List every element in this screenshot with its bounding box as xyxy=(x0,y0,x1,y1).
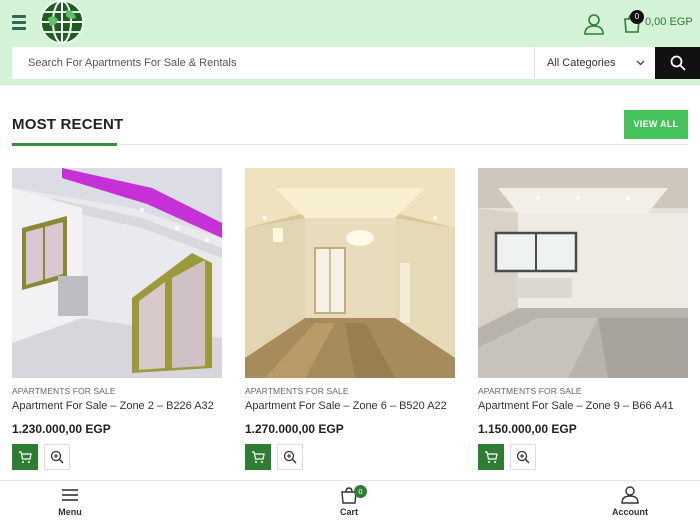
product-name[interactable]: Apartment For Sale – Zone 6 – B520 A22 xyxy=(245,400,455,412)
product-image[interactable] xyxy=(478,168,688,378)
category-select-value: All Categories xyxy=(547,57,616,69)
category-select[interactable]: All Categories xyxy=(534,47,655,79)
product-actions xyxy=(12,444,222,470)
bottom-nav-account[interactable]: Account xyxy=(590,481,670,526)
zoom-in-icon xyxy=(516,450,530,464)
cart-count-badge: 0 xyxy=(630,10,644,24)
section-title: MOST RECENT xyxy=(12,116,124,133)
quick-view-button[interactable] xyxy=(277,444,303,470)
product-price: 1.230.000,00 EGP xyxy=(12,422,111,436)
bottom-nav-menu[interactable]: Menu xyxy=(30,481,110,526)
bottom-nav-menu-label: Menu xyxy=(58,507,82,517)
bottom-nav-cart-label: Cart xyxy=(339,507,358,517)
search-bar: All Categories xyxy=(12,47,700,79)
search-icon xyxy=(670,55,686,71)
product-category[interactable]: APARTMENTS FOR SALE xyxy=(478,386,688,396)
bottom-nav-cart[interactable]: 0 Cart xyxy=(309,481,389,526)
quick-view-button[interactable] xyxy=(44,444,70,470)
bottom-nav: Menu 0 Cart Account xyxy=(0,480,700,525)
product-name[interactable]: Apartment For Sale – Zone 9 – B66 A41 xyxy=(478,400,688,412)
user-account-icon[interactable] xyxy=(583,13,605,35)
product-actions xyxy=(245,444,455,470)
search-input[interactable] xyxy=(12,47,534,79)
product-price: 1.270.000,00 EGP xyxy=(245,422,344,436)
globe-logo[interactable] xyxy=(40,0,84,44)
search-button[interactable] xyxy=(655,47,700,79)
product-actions xyxy=(478,444,688,470)
quick-view-button[interactable] xyxy=(510,444,536,470)
zoom-in-icon xyxy=(50,450,64,464)
product-image[interactable] xyxy=(12,168,222,378)
hamburger-menu-icon xyxy=(62,489,78,501)
product-category[interactable]: APARTMENTS FOR SALE xyxy=(12,386,222,396)
site-header: 0 0,00 EGP All Categories xyxy=(0,0,700,85)
add-to-cart-button[interactable] xyxy=(12,444,38,470)
bottom-cart-count-badge: 0 xyxy=(354,485,367,498)
chevron-down-icon xyxy=(636,47,645,93)
cart-icon xyxy=(485,451,498,463)
add-to-cart-button[interactable] xyxy=(245,444,271,470)
cart-icon xyxy=(19,451,32,463)
cart-total[interactable]: 0,00 EGP xyxy=(645,16,693,28)
hamburger-menu-icon[interactable] xyxy=(12,15,26,30)
product-card: APARTMENTS FOR SALE Apartment For Sale –… xyxy=(12,168,222,470)
product-price: 1.150.000,00 EGP xyxy=(478,422,577,436)
cart-icon xyxy=(252,451,265,463)
user-icon xyxy=(621,486,639,504)
product-category[interactable]: APARTMENTS FOR SALE xyxy=(245,386,455,396)
zoom-in-icon xyxy=(283,450,297,464)
product-image[interactable] xyxy=(245,168,455,378)
add-to-cart-button[interactable] xyxy=(478,444,504,470)
product-card: APARTMENTS FOR SALE Apartment For Sale –… xyxy=(245,168,455,470)
title-underline xyxy=(12,143,117,146)
product-card: APARTMENTS FOR SALE Apartment For Sale –… xyxy=(478,168,688,470)
product-name[interactable]: Apartment For Sale – Zone 2 – B226 A32 xyxy=(12,400,222,412)
view-all-button[interactable]: VIEW ALL xyxy=(624,110,688,139)
bottom-nav-account-label: Account xyxy=(612,507,648,517)
